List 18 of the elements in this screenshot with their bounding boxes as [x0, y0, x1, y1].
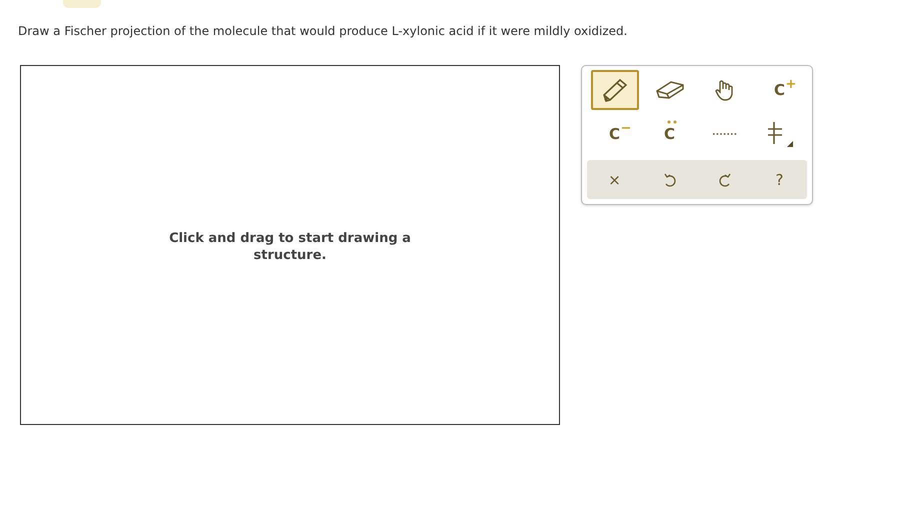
help-button[interactable]: ? — [764, 164, 794, 194]
clear-button[interactable]: × — [600, 164, 630, 194]
lone-pair-icon — [666, 120, 676, 124]
pencil-tool[interactable] — [590, 70, 638, 110]
charge-tool[interactable]: C− — [590, 114, 638, 154]
charge-tool[interactable]: C+ — [756, 70, 804, 110]
drawing-canvas[interactable]: Click and drag to start drawing a structure. — [20, 65, 560, 425]
bond-icon — [766, 120, 794, 148]
dotted-bond-icon — [712, 132, 738, 136]
tab-decoration — [63, 0, 101, 8]
canvas-hint: Click and drag to start drawing a structure. — [168, 230, 412, 264]
lone-pair-tool[interactable]: C — [646, 114, 694, 154]
charge-sign: − — [620, 121, 632, 136]
charge-sign: + — [786, 77, 796, 92]
redo-icon — [718, 172, 732, 188]
undo-icon — [662, 172, 676, 188]
eraser-icon — [654, 79, 684, 101]
question-text: Draw a Fischer projection of the molecule that would produce L-xylonic acid if it were mildly oxidized. — [18, 24, 628, 38]
